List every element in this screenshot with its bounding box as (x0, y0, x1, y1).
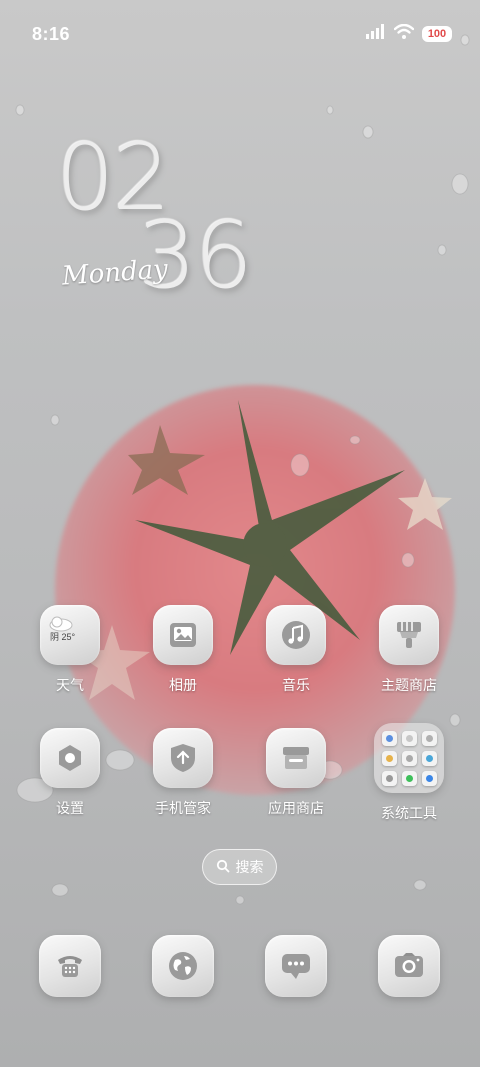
wifi-icon (393, 23, 415, 44)
weather-widget-text: 阴 25° (50, 632, 76, 642)
mini-app-icon (421, 770, 437, 786)
phone-icon[interactable] (39, 935, 101, 997)
app-weather[interactable]: 阴 25° 天气 (20, 605, 120, 695)
app-theme-store[interactable]: 主题商店 (359, 605, 459, 695)
app-label-system-tools: 系统工具 (381, 805, 437, 821)
dock-camera[interactable] (359, 935, 459, 997)
app-music[interactable]: 音乐 (246, 605, 346, 695)
app-phone-manager[interactable]: 手机管家 (133, 728, 233, 818)
search-label: 搜索 (235, 859, 264, 875)
dock-messages[interactable] (246, 935, 346, 997)
app-label-weather: 天气 (56, 677, 84, 693)
folder-icon[interactable] (374, 723, 444, 793)
dock-browser[interactable] (133, 935, 233, 997)
music-icon[interactable] (266, 605, 326, 665)
app-system-tools-folder[interactable]: 系统工具 (359, 723, 459, 823)
browser-icon[interactable] (152, 935, 214, 997)
signal-icon (366, 24, 386, 44)
mini-app-icon (381, 730, 397, 746)
app-label-theme-store: 主题商店 (381, 677, 437, 693)
settings-icon[interactable] (40, 728, 100, 788)
status-time: 8:16 (32, 24, 71, 44)
app-label-app-store: 应用商店 (268, 800, 324, 816)
app-label-music: 音乐 (282, 677, 310, 693)
mini-app-icon (401, 750, 417, 766)
search-icon (216, 859, 230, 876)
status-icons: 100 (366, 23, 452, 44)
mini-app-icon (381, 750, 397, 766)
weather-icon[interactable]: 阴 25° (40, 605, 100, 665)
messages-icon[interactable] (265, 935, 327, 997)
mini-app-icon (421, 750, 437, 766)
search-button[interactable]: 搜索 (202, 849, 277, 885)
mini-app-icon (401, 770, 417, 786)
app-store-icon[interactable] (266, 728, 326, 788)
camera-icon[interactable] (378, 935, 440, 997)
battery-icon: 100 (422, 26, 452, 42)
app-app-store[interactable]: 应用商店 (246, 728, 346, 818)
gallery-icon[interactable] (153, 605, 213, 665)
app-label-phone-manager: 手机管家 (155, 800, 211, 816)
app-gallery[interactable]: 相册 (133, 605, 233, 695)
app-label-settings: 设置 (56, 800, 84, 816)
status-bar: 8:16 100 (0, 0, 480, 70)
phone-manager-icon[interactable] (153, 728, 213, 788)
mini-app-icon (421, 730, 437, 746)
theme-store-icon[interactable] (379, 605, 439, 665)
dock-phone[interactable] (20, 935, 120, 997)
app-label-gallery: 相册 (169, 677, 197, 693)
mini-app-icon (401, 730, 417, 746)
app-settings[interactable]: 设置 (20, 728, 120, 818)
mini-app-icon (381, 770, 397, 786)
